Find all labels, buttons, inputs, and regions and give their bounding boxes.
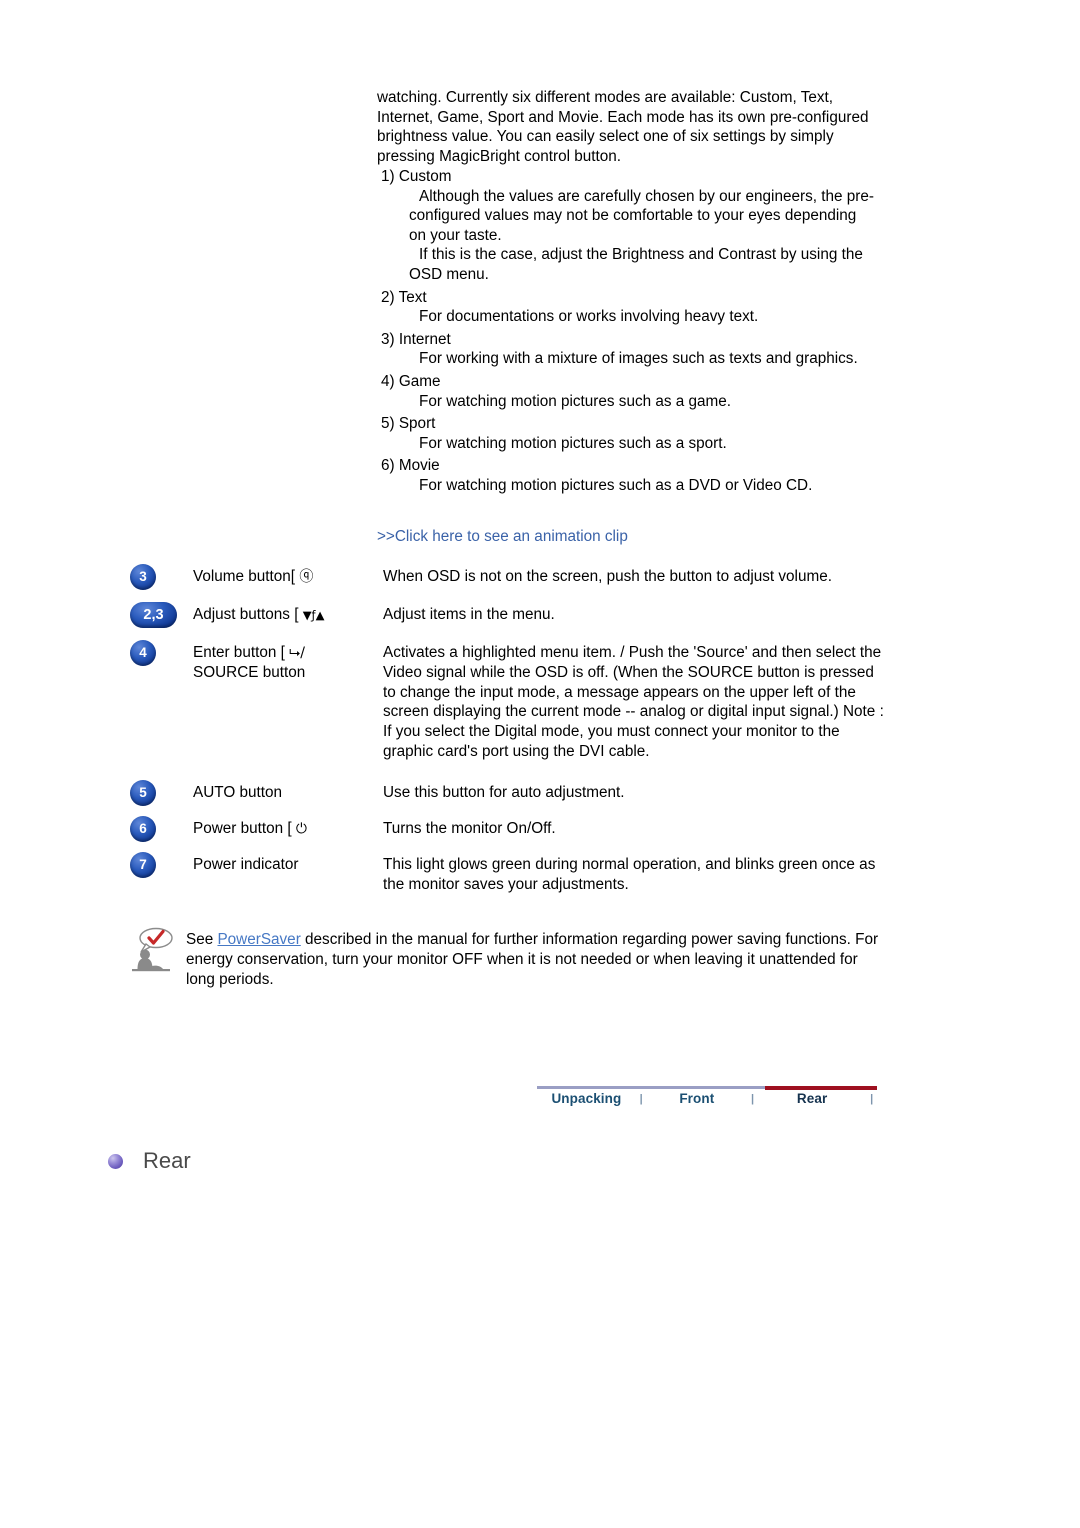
button-label-text: Adjust buttons [ [193,606,299,623]
mode-item: 6) Movie For watching motion pictures su… [377,456,877,495]
mode-item: 3) Internet For working with a mixture o… [377,330,877,369]
section-tabbar: Unpacking | Front | Rear | [537,1086,877,1120]
down-up-arrows-icon: ▼ƒ▲ [302,608,325,622]
mode-heading: 1) Custom [381,168,452,185]
mode-description: For documentations or works involving he… [419,308,759,326]
button-label-text: Enter button [ ⮡/ [193,643,379,663]
button-label-line2: SOURCE button [193,664,306,681]
animation-clip-link[interactable]: >>Click here to see an animation clip [377,528,628,546]
tab-unpacking[interactable]: Unpacking [537,1091,636,1106]
table-row: 2,3 Adjust buttons [ ▼ƒ▲ Adjust items in… [130,600,890,628]
powersaver-note: See PowerSaver described in the manual f… [130,923,890,990]
powersaver-link[interactable]: PowerSaver [217,931,300,948]
mode-heading: 6) Movie [381,457,440,475]
mode-item: 4) Game For watching motion pictures suc… [377,372,877,411]
intro-paragraph: watching. Currently six different modes … [377,88,877,166]
button-label: Volume button[ ⓠ [193,562,379,587]
number-badge: 5 [130,779,156,806]
number-badge: 3 [130,564,156,590]
mode-description: For watching motion pictures such as a D… [419,476,813,494]
mode-item: 1) Custom Although the values are carefu… [377,167,877,285]
mode-heading: 5) Sport [381,415,436,433]
number-badge: 4 [130,640,156,666]
tabbar-active-indicator [765,1086,877,1090]
number-badge: 6 [130,815,156,842]
tab-separator: | [750,1092,755,1105]
button-description: This light glows green during normal ope… [383,855,876,893]
button-description: Adjust items in the menu. [383,606,555,623]
table-row: 7 Power indicator This light glows green… [130,850,890,895]
mode-description: Although the values are carefully chosen… [409,187,874,244]
page-section-heading: Rear [108,1148,191,1174]
mode-description: For watching motion pictures such as a g… [419,392,732,410]
badge-cell: 2,3 [130,600,193,628]
intro-paragraph-text: watching. Currently six different modes … [377,89,869,165]
button-label-line1: Enter button [ [193,644,285,661]
powersaver-note-text: See PowerSaver described in the manual f… [186,923,890,990]
tab-front[interactable]: Front [646,1091,747,1106]
person-speech-bubble-check-icon [130,923,186,980]
button-label: Adjust buttons [ ▼ƒ▲ [193,600,379,625]
badge-cell: 7 [130,850,193,878]
button-label: Power indicator [193,855,299,873]
tab-separator: | [870,1092,874,1105]
button-label-text: Volume button[ [193,568,296,585]
enter-source-icon: ⮡/ [289,645,306,661]
mode-heading: 4) Game [381,372,441,390]
table-row: 4 Enter button [ ⮡/ SOURCE button Activa… [130,638,890,762]
button-description: Activates a highlighted menu item. / Pus… [383,644,884,760]
mode-description: For watching motion pictures such as a s… [419,434,727,452]
table-row: 3 Volume button[ ⓠ When OSD is not on th… [130,562,890,590]
mode-item: 5) Sport For watching motion pictures su… [377,414,877,453]
mode-heading: 2) Text [381,288,427,306]
badge-cell: 4 [130,638,193,666]
note-text-before: See [186,931,218,948]
sphere-bullet-icon [108,1153,123,1169]
table-row: 5 AUTO button Use this button for auto a… [130,778,890,806]
button-description: When OSD is not on the screen, push the … [383,568,832,585]
volume-speaker-icon: ⓠ [299,569,314,585]
number-badge: 2,3 [130,602,177,628]
button-label: AUTO button [193,783,282,801]
button-label: Enter button [ ⮡/ SOURCE button [193,638,379,683]
button-description: Turns the monitor On/Off. [383,819,556,837]
badge-cell: 3 [130,562,193,590]
magicbright-mode-list: 1) Custom Although the values are carefu… [377,167,877,496]
button-reference-table: 3 Volume button[ ⓠ When OSD is not on th… [130,562,890,902]
tab-separator: | [639,1092,643,1105]
badge-cell: 5 [130,778,193,806]
button-label: Power button [ ⏻ [193,814,379,839]
badge-cell: 6 [130,814,193,842]
power-symbol-icon: ⏻ [295,820,307,837]
mode-item: 2) Text For documentations or works invo… [377,288,877,327]
tab-rear[interactable]: Rear [758,1091,866,1106]
mode-description: For working with a mixture of images suc… [419,350,858,368]
mode-heading: 3) Internet [381,330,451,348]
page-title: Rear [143,1148,191,1173]
table-row: 6 Power button [ ⏻ Turns the monitor On/… [130,814,890,842]
tab-list: Unpacking | Front | Rear | [537,1091,877,1106]
mode-description-extra: If this is the case, adjust the Brightne… [409,246,863,283]
button-description: Use this button for auto adjustment. [383,783,625,801]
number-badge: 7 [130,851,156,878]
button-label-text: Power button [ [193,819,292,837]
